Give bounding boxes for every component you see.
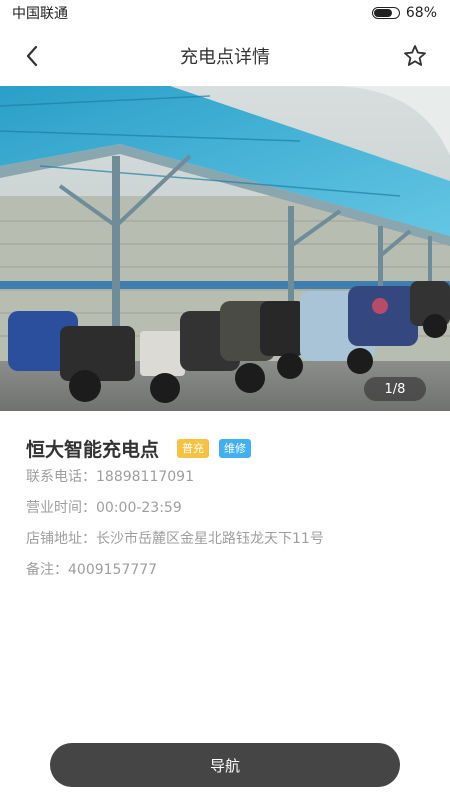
navigation-bar: 充电点详情 xyxy=(0,30,450,82)
page-title: 充电点详情 xyxy=(180,47,270,68)
favorite-button[interactable] xyxy=(400,41,430,71)
status-bar: 中国联通 68% xyxy=(0,0,450,26)
photo-counter: 1/8 xyxy=(364,377,426,401)
battery-icon xyxy=(371,7,400,19)
station-photo[interactable]: 1/8 xyxy=(0,86,450,411)
hours-row: 营业时间：00:00-23:59 xyxy=(26,500,182,516)
phone-row[interactable]: 联系电话：18898117091 xyxy=(26,462,424,493)
tag-normal-charge: 普充 xyxy=(177,438,210,458)
carrier-label: 中国联通 xyxy=(12,6,68,22)
battery-percent: 68% xyxy=(405,5,437,21)
star-icon xyxy=(404,45,426,66)
address-row: 店铺地址：长沙市岳麓区金星北路钰龙天下11号 xyxy=(26,531,324,547)
navigate-button[interactable]: 导航 xyxy=(50,743,400,787)
station-photo-image xyxy=(0,86,450,411)
title-row: 恒大智能充电点 普充 维修 xyxy=(26,434,424,462)
station-info: 恒大智能充电点 普充 维修 联系电话：18898117091 营业时间：00:0… xyxy=(26,434,424,586)
back-button[interactable] xyxy=(18,42,46,70)
station-name: 恒大智能充电点 xyxy=(26,438,160,461)
tag-repair: 维修 xyxy=(219,438,252,458)
note-row: 备注：4009157777 xyxy=(26,562,158,578)
back-arrow-icon xyxy=(26,45,38,67)
status-right: 68% xyxy=(371,5,437,21)
